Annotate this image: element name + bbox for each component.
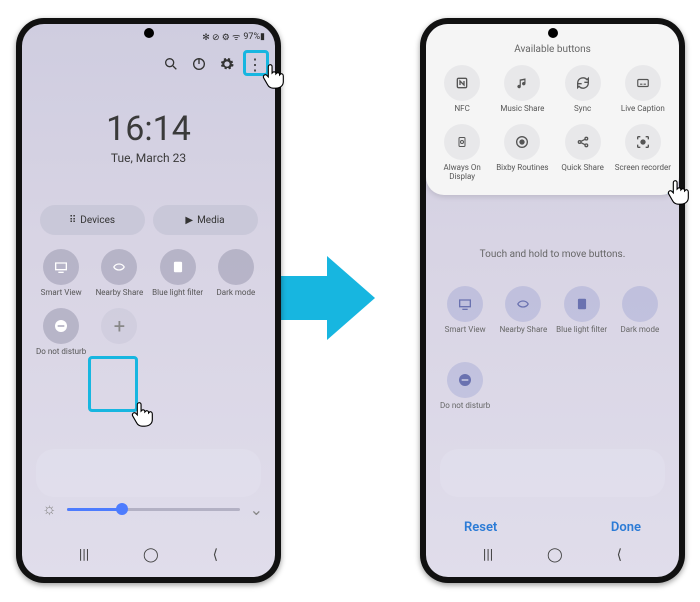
media-label: Media — [197, 215, 225, 226]
panel-item-label: Music Share — [492, 105, 552, 114]
sync-icon — [565, 65, 601, 101]
nav-back[interactable]: ⟨ — [617, 547, 622, 563]
dark-mode-icon — [622, 286, 658, 322]
available-buttons-panel: Available buttons NFC Music Share Sync L… — [426, 24, 679, 195]
panel-item-live-caption[interactable]: Live Caption — [613, 65, 673, 114]
panel-item-label: Sync — [553, 105, 613, 114]
reset-button[interactable]: Reset — [464, 520, 497, 535]
android-navbar: ||| ◯ ⟨ — [22, 541, 275, 569]
arrow-right — [293, 250, 408, 345]
tile-label: Nearby Share — [494, 326, 552, 335]
camera-notch — [144, 28, 154, 38]
nav-recents[interactable]: ||| — [79, 547, 89, 563]
dnd-icon — [43, 308, 79, 344]
smartview-icon — [43, 249, 79, 285]
tile-label: Smart View — [436, 326, 494, 335]
search-icon[interactable] — [161, 54, 181, 74]
tile-label: Do not disturb — [32, 348, 90, 357]
nearby-share-icon — [101, 249, 137, 285]
aod-icon — [444, 124, 480, 160]
music-share-icon — [504, 65, 540, 101]
nav-back[interactable]: ⟨ — [213, 547, 218, 563]
devices-label: Devices — [80, 215, 115, 226]
panel-item-screen-recorder[interactable]: Screen recorder — [613, 124, 673, 182]
blue-light-icon — [160, 249, 196, 285]
add-icon: + — [101, 308, 137, 344]
clock-date: Tue, March 23 — [22, 151, 275, 165]
camera-notch — [548, 28, 558, 38]
tile-label: Blue light filter — [553, 326, 611, 335]
tile-dark-mode[interactable]: Dark mode — [207, 249, 265, 298]
home-dock-blur — [36, 449, 261, 497]
panel-item-label: Live Caption — [613, 105, 673, 114]
dark-mode-icon — [218, 249, 254, 285]
media-button[interactable]: ▶ Media — [153, 205, 258, 235]
panel-item-music-share[interactable]: Music Share — [492, 65, 552, 114]
nfc-icon — [444, 65, 480, 101]
tile-add[interactable]: + — [90, 308, 148, 357]
brightness-icon: ☼ — [42, 499, 57, 519]
home-dock-blur — [440, 449, 665, 497]
panel-item-bixby-routines[interactable]: Bixby Routines — [492, 124, 552, 182]
tile-blue-light[interactable]: Blue light filter — [149, 249, 207, 298]
panel-item-label: NFC — [432, 105, 492, 114]
bixby-routines-icon — [504, 124, 540, 160]
media-icon: ▶ — [185, 215, 193, 226]
tile-label: Smart View — [32, 289, 90, 298]
panel-item-label: Screen recorder — [613, 164, 673, 173]
tile-dnd[interactable]: Do not disturb — [32, 308, 90, 357]
nav-home[interactable]: ◯ — [547, 547, 563, 563]
tile-nearby-share[interactable]: Nearby Share — [494, 286, 552, 335]
panel-item-label: Quick Share — [553, 164, 613, 173]
cursor-hand-icon — [258, 60, 288, 90]
panel-item-label: Always On Display — [432, 164, 492, 182]
dnd-icon — [447, 362, 483, 398]
hint-text: Touch and hold to move buttons. — [426, 249, 679, 260]
quick-share-icon — [565, 124, 601, 160]
tile-blue-light[interactable]: Blue light filter — [553, 286, 611, 335]
nearby-share-icon — [505, 286, 541, 322]
nav-recents[interactable]: ||| — [483, 547, 493, 563]
gear-icon[interactable] — [217, 54, 237, 74]
power-icon[interactable] — [189, 54, 209, 74]
status-icons: ✻ ⊘ ⚙ ᯤ — [202, 30, 240, 43]
tile-label: Do not disturb — [436, 402, 494, 411]
status-bar: ✻ ⊘ ⚙ ᯤ 97%▮ — [202, 30, 265, 43]
cursor-hand-icon — [127, 398, 157, 428]
panel-item-label: Bixby Routines — [492, 164, 552, 173]
tile-label: Dark mode — [207, 289, 265, 298]
screen-recorder-icon — [625, 124, 661, 160]
panel-item-quick-share[interactable]: Quick Share — [553, 124, 613, 182]
clock-area: 16:14 Tue, March 23 — [22, 109, 275, 165]
tile-label: Nearby Share — [90, 289, 148, 298]
brightness-expand-icon[interactable]: ⌄ — [250, 500, 263, 519]
smartview-icon — [447, 286, 483, 322]
nav-home[interactable]: ◯ — [143, 547, 159, 563]
tile-dnd[interactable]: Do not disturb — [436, 362, 494, 411]
tile-smart-view[interactable]: Smart View — [32, 249, 90, 298]
tile-label: Blue light filter — [149, 289, 207, 298]
panel-item-aod[interactable]: Always On Display — [432, 124, 492, 182]
android-navbar: ||| ◯ ⟨ — [426, 541, 679, 569]
brightness-slider[interactable]: ☼ ⌄ — [42, 499, 263, 519]
slider-track[interactable] — [67, 508, 240, 511]
live-caption-icon — [625, 65, 661, 101]
devices-button[interactable]: ⠿ Devices — [40, 205, 145, 235]
battery-percent: 97%▮ — [243, 32, 265, 42]
devices-icon: ⠿ — [69, 215, 76, 226]
blue-light-icon — [564, 286, 600, 322]
panel-item-sync[interactable]: Sync — [553, 65, 613, 114]
phone-frame-right: Available buttons NFC Music Share Sync L… — [420, 18, 685, 583]
tile-label: Dark mode — [611, 326, 669, 335]
phone-frame-left: ✻ ⊘ ⚙ ᯤ 97%▮ ⋮ 16:14 Tue, March 23 ⠿ Dev… — [16, 18, 281, 583]
clock-time: 16:14 — [22, 109, 275, 149]
tile-nearby-share[interactable]: Nearby Share — [90, 249, 148, 298]
panel-title: Available buttons — [432, 44, 673, 55]
done-button[interactable]: Done — [611, 520, 641, 535]
panel-item-nfc[interactable]: NFC — [432, 65, 492, 114]
tile-smart-view[interactable]: Smart View — [436, 286, 494, 335]
cursor-hand-icon — [663, 176, 693, 206]
tile-dark-mode[interactable]: Dark mode — [611, 286, 669, 335]
